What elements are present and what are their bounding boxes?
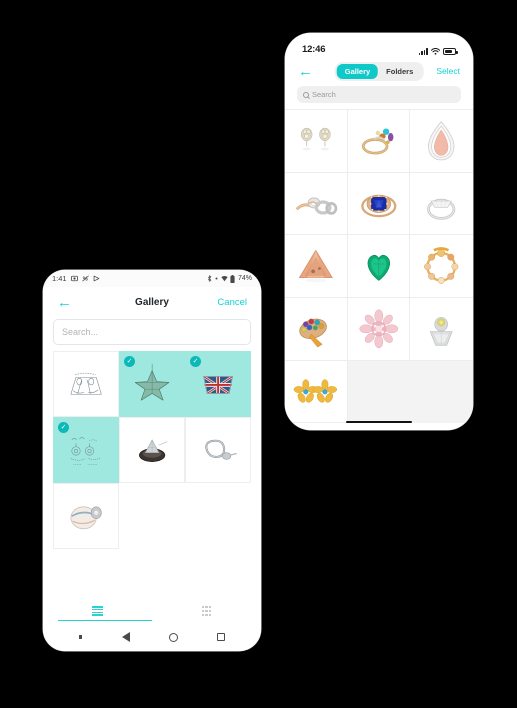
gallery-item[interactable] xyxy=(347,298,411,361)
android-status-time: 1:41 xyxy=(52,274,67,283)
dark-stone-ring-icon xyxy=(138,439,168,462)
list-icon xyxy=(92,606,103,616)
cellular-signal-icon xyxy=(418,48,428,55)
gallery-folders-segmented-control[interactable]: Gallery Folders xyxy=(334,61,424,81)
gallery-item[interactable] xyxy=(347,110,411,173)
battery-icon xyxy=(443,48,458,55)
search-input[interactable]: Search... xyxy=(53,319,251,345)
wifi-icon xyxy=(431,48,440,55)
empty-grid-slot xyxy=(347,360,411,424)
silent-mode-icon: % xyxy=(81,275,89,282)
battery-percent-label: 74% xyxy=(237,275,252,282)
ios-status-bar: 12:46 xyxy=(285,33,473,57)
empty-grid-slot xyxy=(410,360,473,424)
back-arrow-icon[interactable]: ← xyxy=(298,64,313,79)
peach-trillion-gemstone-icon xyxy=(298,249,333,283)
rainbow-gem-cocktail-ring-icon xyxy=(299,318,327,348)
list-view-tab[interactable] xyxy=(43,606,152,621)
gallery-item[interactable] xyxy=(347,172,411,236)
gallery-item[interactable] xyxy=(285,172,348,236)
selected-check-icon: ✓ xyxy=(190,356,201,367)
separator-dot-icon xyxy=(215,277,218,280)
tab-gallery[interactable]: Gallery xyxy=(336,63,379,79)
dot-icon[interactable] xyxy=(78,635,83,639)
ios-screen: 12:46 ← Gallery Folders Select Search xyxy=(285,33,473,430)
android-screen: 1:41 % 74% ← Gallery Cancel Search... ✓ … xyxy=(43,270,261,651)
android-app-bar: ← Gallery Cancel xyxy=(43,287,261,317)
active-tab-underline xyxy=(58,619,152,621)
android-status-bar: 1:41 % 74% xyxy=(43,270,261,287)
pear-pink-diamond-pendant-icon xyxy=(428,120,455,161)
gallery-item[interactable] xyxy=(119,417,185,483)
wifi-icon xyxy=(221,275,228,282)
android-status-right: 74% xyxy=(206,274,252,283)
android-gallery-grid: ✓ ✓ ✓ xyxy=(43,351,261,549)
gallery-item[interactable] xyxy=(285,360,348,424)
star-brooch-sketch-icon xyxy=(134,363,170,401)
yellow-diamond-signet-ring-icon xyxy=(430,317,454,346)
ios-gallery-grid xyxy=(285,109,473,424)
multi-gem-cocktail-ring-icon xyxy=(361,128,394,155)
bluetooth-icon xyxy=(207,275,212,282)
tab-folders[interactable]: Folders xyxy=(378,64,421,79)
selected-check-icon: ✓ xyxy=(58,422,69,433)
gallery-item[interactable]: ✓ xyxy=(53,417,119,483)
gallery-item[interactable] xyxy=(410,172,473,236)
union-jack-flag-pin-icon xyxy=(202,375,234,395)
sketch-jewellery-drawing-icon xyxy=(70,372,102,395)
back-arrow-icon[interactable]: ← xyxy=(57,295,72,310)
android-phone-mockup: 1:41 % 74% ← Gallery Cancel Search... ✓ … xyxy=(43,270,261,651)
white-gold-solitaire-ring-icon xyxy=(427,198,456,220)
gallery-item[interactable]: ✓ xyxy=(119,351,185,417)
home-circle-icon[interactable] xyxy=(168,632,178,642)
ios-search-container: Search xyxy=(285,85,473,109)
emerald-heart-gemstone-icon xyxy=(367,255,390,282)
search-input[interactable]: Search xyxy=(297,86,461,103)
gallery-item[interactable] xyxy=(53,483,119,549)
shell-cameo-brooch-icon xyxy=(70,506,102,530)
gallery-item[interactable] xyxy=(410,298,473,361)
ios-nav-bar: ← Gallery Folders Select xyxy=(285,57,473,85)
cancel-button[interactable]: Cancel xyxy=(217,297,247,308)
gallery-item[interactable] xyxy=(285,235,348,298)
select-button[interactable]: Select xyxy=(436,66,460,76)
gallery-item[interactable] xyxy=(410,235,473,299)
earrings-design-sheet-icon xyxy=(70,437,101,465)
screenshot-canvas: 12:46 ← Gallery Folders Select Search 1:… xyxy=(0,0,517,708)
gallery-item[interactable] xyxy=(285,298,348,361)
gold-pearl-bracelet-icon xyxy=(424,247,459,285)
gallery-item[interactable] xyxy=(347,235,411,299)
gallery-item[interactable] xyxy=(53,351,119,417)
page-title: Gallery xyxy=(135,296,169,308)
screenshot-icon xyxy=(70,275,78,282)
search-placeholder: Search... xyxy=(62,327,99,337)
gold-flower-stud-earrings-icon xyxy=(293,378,338,403)
search-placeholder: Search xyxy=(312,90,336,99)
play-icon xyxy=(93,275,99,282)
grid-view-tab[interactable] xyxy=(152,606,261,621)
selected-check-icon: ✓ xyxy=(124,356,135,367)
android-status-left: 1:41 % xyxy=(52,274,100,283)
battery-icon xyxy=(230,274,236,283)
rose-gold-diamond-ring-pair-icon xyxy=(295,197,338,215)
bottom-tab-bar xyxy=(43,606,261,621)
grid-icon xyxy=(201,606,212,616)
ios-phone-mockup: 12:46 ← Gallery Folders Select Search xyxy=(285,33,473,430)
ios-status-icons xyxy=(418,48,458,55)
pink-diamond-flower-ring-icon xyxy=(359,309,398,349)
gallery-item[interactable] xyxy=(285,110,348,173)
blue-sapphire-halo-ring-icon xyxy=(360,194,397,217)
back-triangle-icon[interactable] xyxy=(121,632,130,642)
gallery-item[interactable] xyxy=(410,110,473,173)
search-icon xyxy=(303,91,309,98)
silver-pendant-loop-icon xyxy=(205,439,237,460)
ios-status-time: 12:46 xyxy=(302,44,326,55)
android-search-container: Search... xyxy=(43,317,261,351)
gallery-item[interactable] xyxy=(185,417,251,483)
android-navigation-bar xyxy=(43,623,261,651)
home-indicator[interactable] xyxy=(346,420,412,423)
gallery-item[interactable]: ✓ xyxy=(185,351,251,417)
recents-square-icon[interactable] xyxy=(217,633,226,641)
diamond-cluster-earrings-icon xyxy=(301,127,331,151)
